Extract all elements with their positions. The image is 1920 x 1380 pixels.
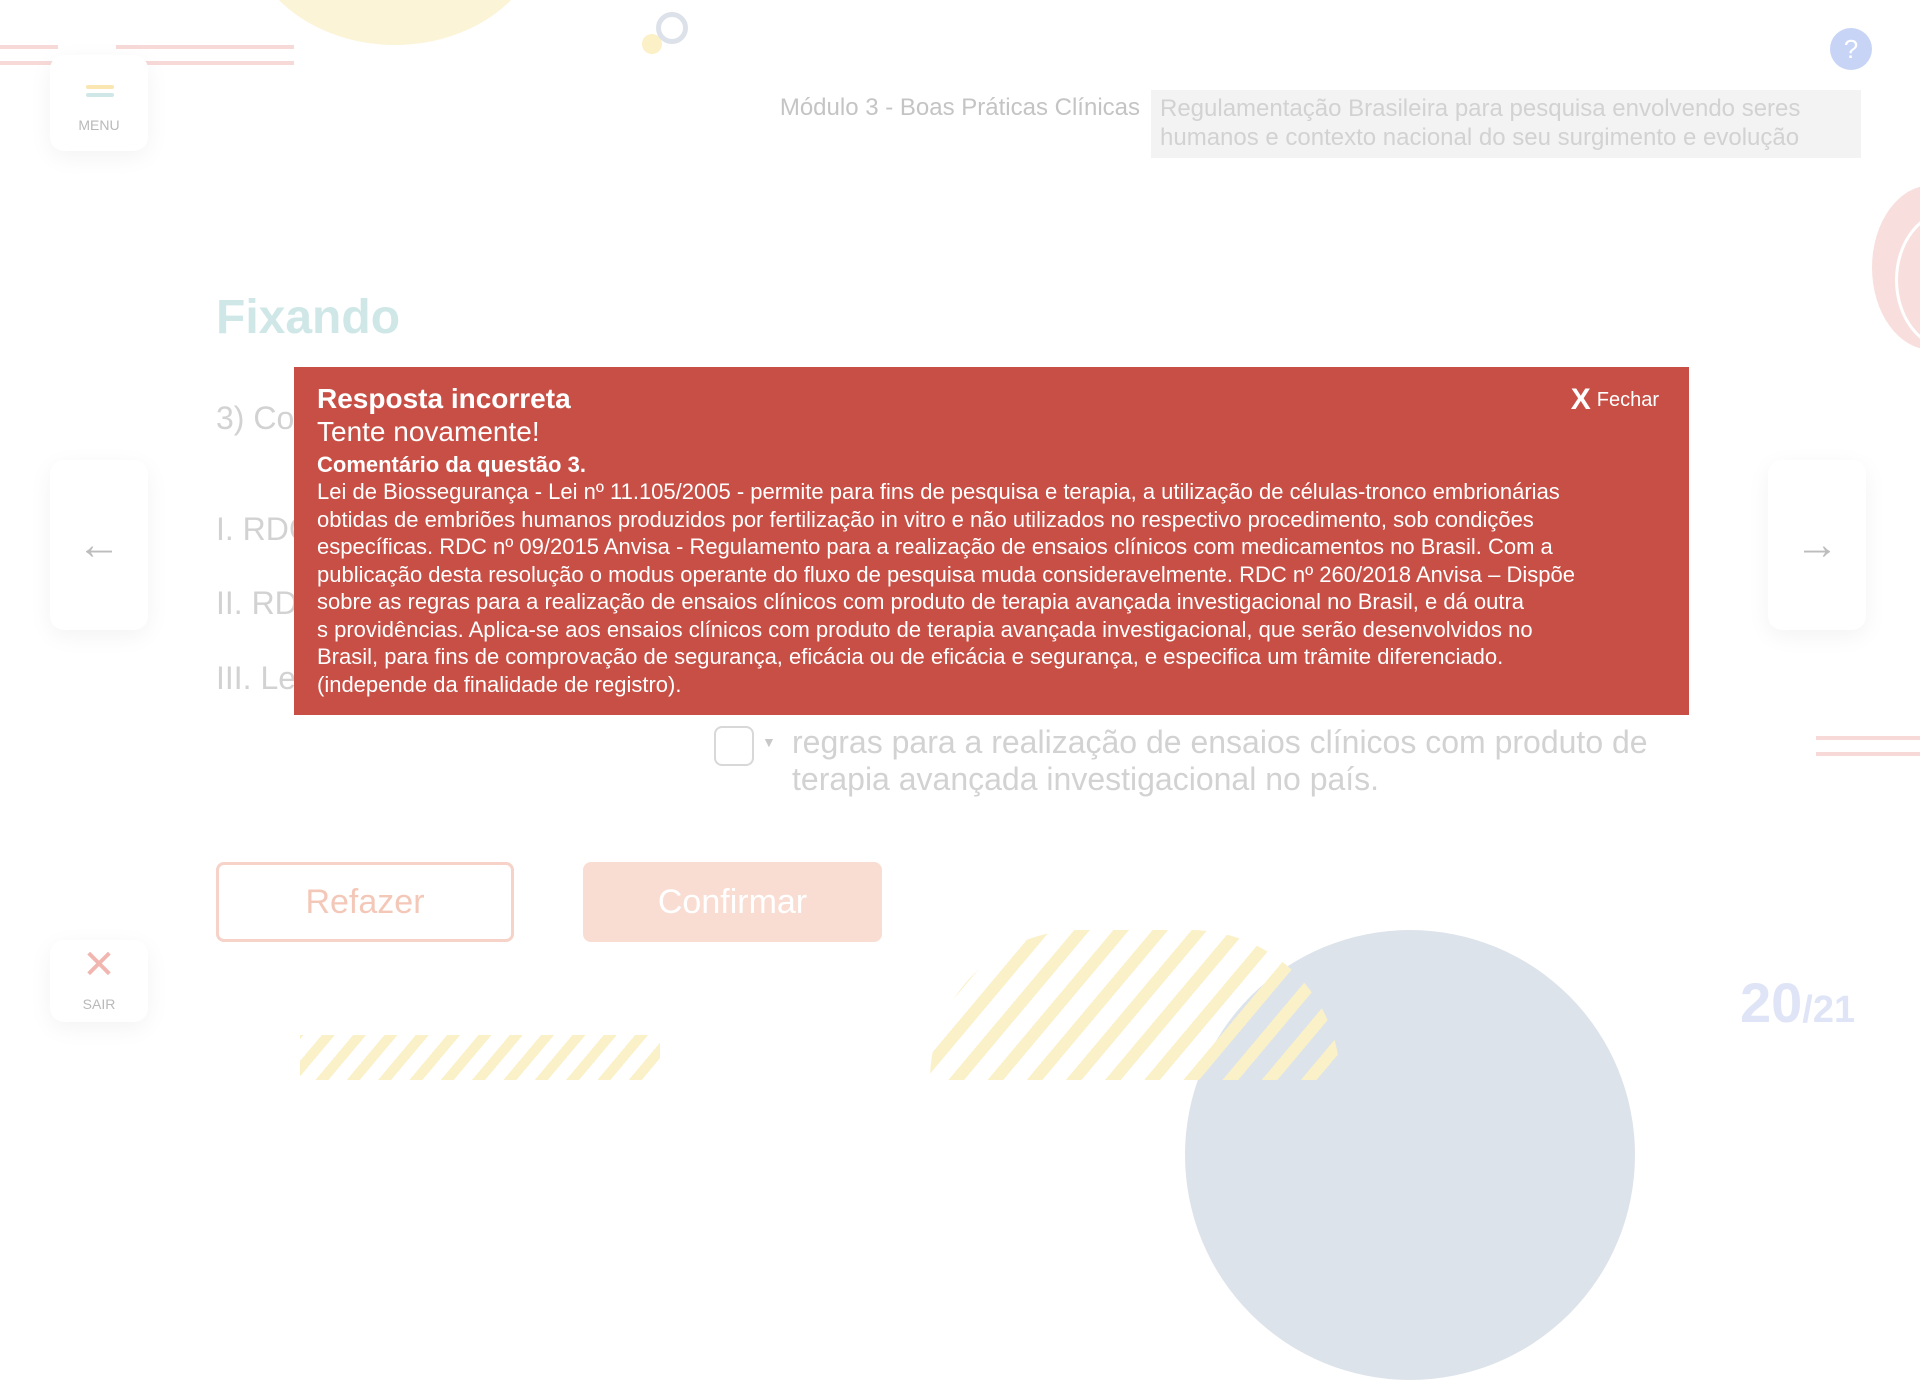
- question-text: 3) Co: [216, 400, 295, 436]
- decor-stripes: [300, 1035, 660, 1080]
- modal-body-line: específicas. RDC nº 09/2015 Anvisa - Reg…: [317, 534, 1553, 559]
- decor-yellow-circle: [245, 0, 545, 45]
- statement-item: II. RD: [216, 585, 298, 621]
- modal-title: Resposta incorreta: [317, 383, 571, 414]
- decor-ring: [656, 12, 688, 44]
- decor-line: [1816, 752, 1920, 756]
- modal-body-line: Lei de Biossegurança - Lei nº 11.105/200…: [317, 479, 1560, 504]
- help-button[interactable]: ?: [1830, 28, 1872, 70]
- decor-line: [0, 61, 58, 65]
- prev-button[interactable]: ←: [50, 460, 148, 630]
- module-label: Módulo 3 - Boas Práticas Clínicas: [779, 94, 1140, 121]
- modal-body: Lei de Biossegurança - Lei nº 11.105/200…: [317, 478, 1666, 698]
- modal-body-line: (independe da finalidade de registro).: [317, 671, 682, 697]
- page-current: 20: [1740, 971, 1803, 1034]
- modal-comment-title: Comentário da questão 3.: [317, 452, 586, 477]
- confirmar-button[interactable]: Confirmar: [583, 862, 882, 942]
- close-label: Fechar: [1596, 389, 1659, 411]
- option-text-line: regras para a realização de ensaios clín…: [792, 724, 1648, 760]
- feedback-modal: X Fechar Resposta incorreta Tente novamen…: [294, 367, 1689, 715]
- subject-box: Regulamentação Brasileira para pesquisa …: [1151, 90, 1861, 158]
- close-button[interactable]: X Fechar: [1571, 383, 1659, 417]
- page-counter: 20/21: [1740, 970, 1855, 1035]
- close-icon: ✕: [82, 943, 116, 987]
- page-total: /21: [1802, 989, 1856, 1031]
- refazer-button[interactable]: Refazer: [216, 862, 514, 942]
- option-checkbox[interactable]: [714, 726, 754, 766]
- decor-line: [1816, 736, 1920, 740]
- modal-body-line: publicação desta resolução o modus opera…: [317, 561, 1575, 587]
- modal-body-line: sobre as regras para a realização de ens…: [317, 589, 1525, 614]
- question-icon: ?: [1843, 34, 1859, 64]
- decor-line: [116, 45, 294, 49]
- modal-body-line: Brasil, para fins de comprovação de segu…: [317, 644, 1504, 669]
- menu-button[interactable]: MENU: [50, 55, 148, 151]
- option-text-line: terapia avançada investigacional no país…: [792, 761, 1380, 797]
- modal-subtitle: Tente novamente!: [317, 416, 540, 447]
- close-icon: X: [1570, 383, 1591, 416]
- decor-stripes: [930, 930, 1340, 1080]
- subject-line: humanos e contexto nacional do seu surgi…: [1160, 124, 1800, 151]
- exit-button[interactable]: ✕ SAIR: [50, 940, 148, 1022]
- menu-label: MENU: [78, 117, 120, 133]
- option-text: regras para a realização de ensaios clín…: [792, 724, 1672, 798]
- subject-line: Regulamentação Brasileira para pesquisa …: [1160, 95, 1801, 122]
- modal-body-line: s providências. Aplica-se aos ensaios cl…: [317, 616, 1533, 642]
- exit-label: SAIR: [82, 996, 116, 1012]
- menu-icon: [86, 85, 114, 105]
- chevron-down-icon[interactable]: ▼: [762, 734, 776, 750]
- modal-body-line: obtidas de embriões humanos produzidos p…: [317, 506, 1534, 532]
- arrow-left-icon: ←: [77, 520, 121, 569]
- section-title: Fixando: [216, 291, 401, 344]
- arrow-right-icon: →: [1795, 520, 1839, 569]
- statement-item: III. Le: [216, 660, 297, 696]
- decor-line: [0, 45, 58, 49]
- next-button[interactable]: →: [1768, 460, 1866, 630]
